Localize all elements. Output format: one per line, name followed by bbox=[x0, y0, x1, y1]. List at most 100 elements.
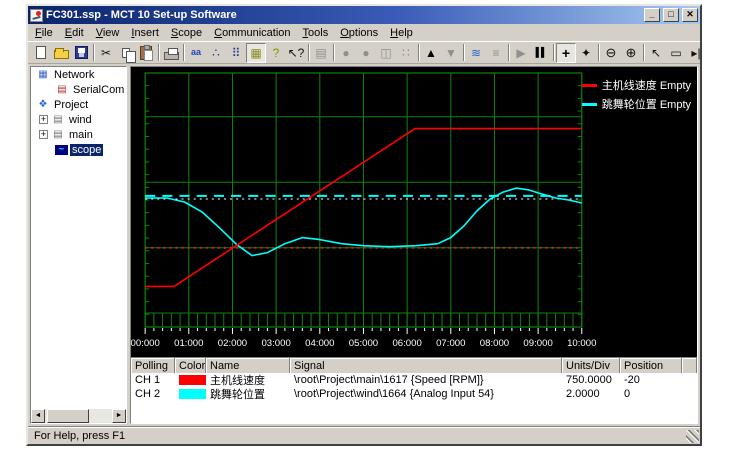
network-icon: ▦ bbox=[36, 69, 50, 80]
menu-edit[interactable]: Edit bbox=[59, 26, 90, 40]
legend-item: 跳舞轮位置 Empty bbox=[582, 96, 691, 112]
cell-position: 0 bbox=[620, 388, 682, 400]
paste-button[interactable] bbox=[136, 43, 156, 63]
channel-row[interactable]: CH 1主机线速度\root\Project\main\1617 {Speed … bbox=[131, 373, 697, 387]
menu-file[interactable]: File bbox=[29, 26, 59, 40]
print-button[interactable] bbox=[161, 43, 181, 63]
drive-out-button[interactable]: ◫ bbox=[376, 43, 396, 63]
close-button[interactable]: ✕ bbox=[682, 8, 698, 22]
tree-item-project[interactable]: ❖Project bbox=[31, 97, 126, 112]
column-header-signal[interactable]: Signal bbox=[290, 358, 562, 373]
save-button[interactable] bbox=[71, 43, 91, 63]
menu-options[interactable]: Options bbox=[334, 26, 384, 40]
tree-item-label: SerialCom bbox=[71, 84, 126, 96]
x-axis-label: 07:000 bbox=[436, 338, 465, 349]
toolbar-step-right-icon: ▸| bbox=[691, 47, 700, 59]
toolbar-separator bbox=[643, 44, 644, 61]
pause-button[interactable]: ▌▌ bbox=[531, 43, 551, 63]
cell-signal: \root\Project\main\1617 {Speed [RPM]} bbox=[290, 374, 562, 386]
copy-button[interactable] bbox=[116, 43, 136, 63]
tree-item-label: scope bbox=[70, 144, 103, 156]
scrollbar-thumb[interactable] bbox=[47, 409, 89, 423]
pointer-button[interactable]: ↖ bbox=[646, 43, 666, 63]
cell-polling: CH 2 bbox=[131, 388, 175, 400]
tree-horizontal-scrollbar[interactable]: ◄ ► bbox=[31, 409, 126, 423]
column-header-color[interactable]: Color bbox=[175, 358, 206, 373]
waves-button[interactable]: ≋ bbox=[466, 43, 486, 63]
toolbar-table-icon: ▦ bbox=[250, 47, 261, 59]
sync-button[interactable]: ∷ bbox=[396, 43, 416, 63]
open-button[interactable] bbox=[51, 43, 71, 63]
zoom-in-button[interactable]: ⊕ bbox=[621, 43, 641, 63]
maximize-button[interactable]: □ bbox=[663, 8, 679, 22]
menu-help[interactable]: Help bbox=[384, 26, 419, 40]
stop-button[interactable]: ● bbox=[336, 43, 356, 63]
tree-item-main[interactable]: +▤main bbox=[31, 127, 126, 142]
toolbar-pause-icon: ▌▌ bbox=[536, 48, 547, 57]
scatter-button[interactable]: ∴ bbox=[206, 43, 226, 63]
star-cursor-button[interactable]: ✦ bbox=[576, 43, 596, 63]
toolbar: ✂aa∴⠿▦?↖?▤●●◫∷▲▼≋≡▶▌▌+✦⊖⊕↖▭▸| bbox=[28, 41, 700, 64]
tree-item-scope[interactable]: ~scope bbox=[31, 142, 126, 157]
tree-item-wind[interactable]: +▤wind bbox=[31, 112, 126, 127]
table-button[interactable]: ▦ bbox=[246, 43, 266, 63]
expand-icon[interactable]: + bbox=[39, 130, 48, 139]
toolbar-play-icon: ▶ bbox=[516, 47, 525, 59]
letters-button[interactable]: aa bbox=[186, 43, 206, 63]
new-button[interactable] bbox=[31, 43, 51, 63]
menu-view[interactable]: View bbox=[90, 26, 126, 40]
step-right-button[interactable]: ▸| bbox=[686, 43, 700, 63]
channel-table: PollingColorNameSignalUnits/DivPosition … bbox=[131, 357, 697, 423]
toolbar-waves-icon: ≋ bbox=[471, 47, 481, 59]
arrow-up-button[interactable]: ▲ bbox=[421, 43, 441, 63]
toolbar-context-help-icon: ↖? bbox=[288, 47, 305, 59]
scope-pane: 00:00001:00002:00003:00004:00005:00006:0… bbox=[130, 66, 698, 424]
record-button[interactable]: ● bbox=[356, 43, 376, 63]
window-title: FC301.ssp - MCT 10 Set-up Software bbox=[46, 9, 641, 21]
tree-item-label: Network bbox=[52, 69, 96, 81]
column-header-name[interactable]: Name bbox=[206, 358, 290, 373]
lines-button[interactable]: ≡ bbox=[486, 43, 506, 63]
app-icon[interactable] bbox=[30, 9, 43, 22]
menu-tools[interactable]: Tools bbox=[297, 26, 335, 40]
tree-item-label: main bbox=[67, 129, 95, 141]
tree-item-network[interactable]: ▦Network bbox=[31, 67, 126, 82]
menu-communication[interactable]: Communication bbox=[208, 26, 296, 40]
scope-plot[interactable]: 00:00001:00002:00003:00004:00005:00006:0… bbox=[131, 67, 697, 357]
menu-scope[interactable]: Scope bbox=[165, 26, 208, 40]
app-window: FC301.ssp - MCT 10 Set-up Software _ □ ✕… bbox=[26, 4, 702, 446]
toolbar-open-icon bbox=[54, 50, 69, 59]
column-header-position[interactable]: Position bbox=[620, 358, 682, 373]
rect-select-button[interactable]: ▭ bbox=[666, 43, 686, 63]
tree-item-serialcom[interactable]: ▤SerialCom bbox=[31, 82, 126, 97]
toolbar-print-icon bbox=[164, 52, 179, 60]
arrow-down-button[interactable]: ▼ bbox=[441, 43, 461, 63]
dot-matrix-button[interactable]: ⠿ bbox=[226, 43, 246, 63]
play-button[interactable]: ▶ bbox=[511, 43, 531, 63]
x-axis-label: 08:000 bbox=[480, 338, 509, 349]
zoom-out-button[interactable]: ⊖ bbox=[601, 43, 621, 63]
x-axis-label: 00:000 bbox=[131, 338, 160, 349]
cut-button[interactable]: ✂ bbox=[96, 43, 116, 63]
scroll-right-button[interactable]: ► bbox=[112, 409, 126, 423]
menu-insert[interactable]: Insert bbox=[125, 26, 165, 40]
minimize-button[interactable]: _ bbox=[644, 8, 660, 22]
status-bar: For Help, press F1 bbox=[28, 426, 700, 444]
phonebook-button[interactable]: ▤ bbox=[311, 43, 331, 63]
channel-row[interactable]: CH 2跳舞轮位置\root\Project\wind\1664 {Analog… bbox=[131, 387, 697, 401]
column-header-polling[interactable]: Polling bbox=[131, 358, 175, 373]
context-help-button[interactable]: ↖? bbox=[286, 43, 306, 63]
column-header-unitsdiv[interactable]: Units/Div bbox=[562, 358, 620, 373]
crosshair-button[interactable]: + bbox=[556, 43, 576, 63]
toolbar-save-icon bbox=[75, 46, 88, 59]
x-axis-label: 06:000 bbox=[392, 338, 421, 349]
scroll-left-button[interactable]: ◄ bbox=[31, 409, 45, 423]
title-bar[interactable]: FC301.ssp - MCT 10 Set-up Software _ □ ✕ bbox=[28, 6, 700, 24]
help-button[interactable]: ? bbox=[266, 43, 286, 63]
resize-grip-icon[interactable] bbox=[686, 430, 699, 443]
toolbar-crosshair-icon: + bbox=[562, 46, 570, 60]
x-axis-label: 05:000 bbox=[349, 338, 378, 349]
tree-item-label: Project bbox=[52, 99, 90, 111]
expand-icon[interactable]: + bbox=[39, 115, 48, 124]
x-axis-label: 09:000 bbox=[523, 338, 552, 349]
